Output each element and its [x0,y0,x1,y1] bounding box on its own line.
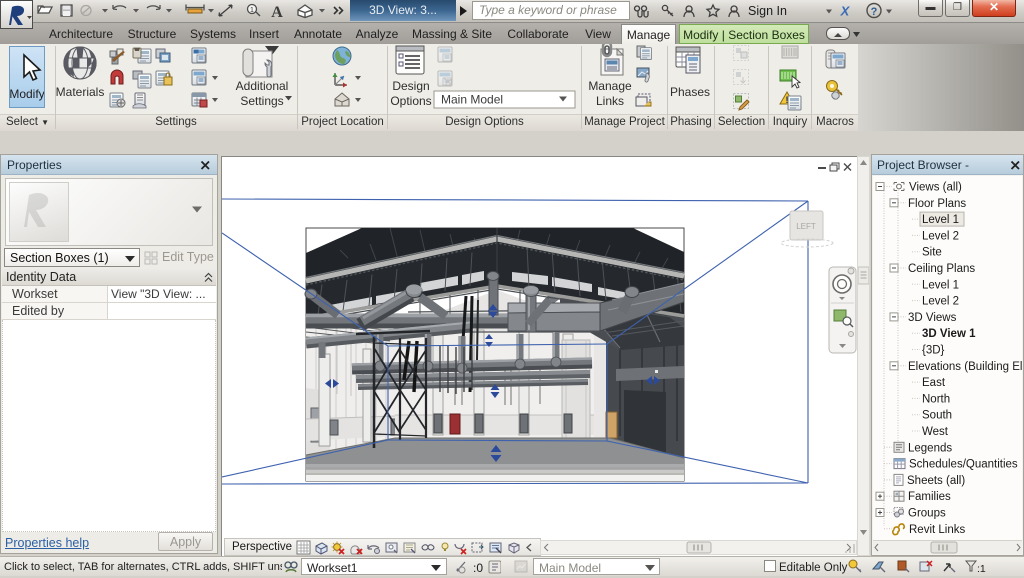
svg-text:Site: Site [922,247,942,259]
svg-text:Floor Plans: Floor Plans [908,198,966,210]
svg-text:Phases: Phases [670,85,710,99]
svg-text:Groups: Groups [908,508,946,520]
svg-text:1: 1 [250,7,254,14]
svg-text:Materials: Materials [56,85,104,99]
svg-text:Legends: Legends [908,442,952,454]
svg-text:3D Views: 3D Views [908,312,957,324]
svg-text:Revit Links: Revit Links [909,524,965,536]
svg-text:?: ? [871,6,878,18]
svg-text:Links: Links [596,94,624,108]
svg-text:Elevations (Building El: Elevations (Building El [908,361,1022,373]
svg-text:Sheets (all): Sheets (all) [907,475,965,487]
svg-text:{3D}: {3D} [922,345,945,357]
svg-text:Manage: Manage [588,79,632,93]
svg-text:East: East [922,377,946,389]
svg-text:Views (all): Views (all) [909,182,962,194]
svg-text:Schedules/Quantities: Schedules/Quantities [909,459,1018,471]
svg-text:X: X [840,4,851,19]
svg-text:Level 1: Level 1 [922,214,959,226]
svg-text:Options: Options [390,94,431,108]
svg-text:Design: Design [392,79,429,93]
svg-text:Level 1: Level 1 [922,279,959,291]
svg-text:Modify: Modify [10,87,44,101]
svg-text:North: North [922,393,950,405]
svg-text:3D View 1: 3D View 1 [922,328,976,340]
svg-text:Families: Families [908,491,951,503]
svg-text:Sign In: Sign In [748,4,787,18]
svg-text::1: :1 [977,563,986,575]
svg-text:Main Model: Main Model [441,93,503,107]
svg-text:West: West [922,426,949,438]
svg-text:Level 2: Level 2 [922,230,959,242]
svg-text:Additional: Additional [236,79,289,93]
svg-text:Ceiling Plans: Ceiling Plans [908,263,975,275]
svg-text:LEFT: LEFT [796,222,816,231]
svg-text::0: :0 [473,561,483,575]
svg-text:Level 2: Level 2 [922,296,959,308]
svg-text:Settings: Settings [240,94,283,108]
svg-text:South: South [922,410,952,422]
svg-text:A: A [271,4,283,21]
